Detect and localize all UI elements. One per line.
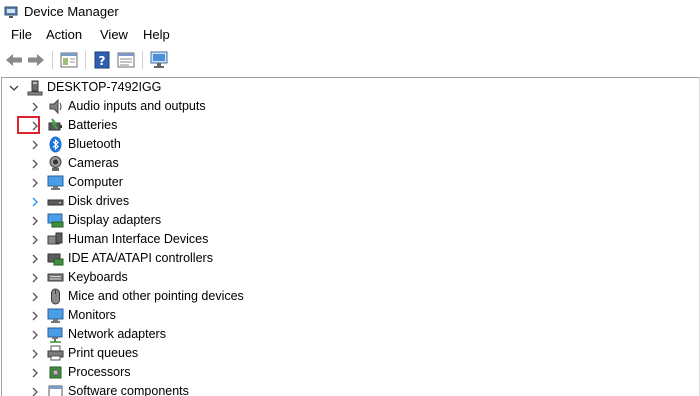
chevron-right-icon[interactable] xyxy=(29,101,41,113)
update-view-button[interactable] xyxy=(116,50,136,70)
tree-item-label: Processors xyxy=(68,365,131,379)
forward-icon xyxy=(28,54,44,66)
chevron-right-icon[interactable] xyxy=(29,139,41,151)
tree-item-label: Cameras xyxy=(68,156,119,170)
keyboard-icon xyxy=(47,273,64,282)
update-view-icon xyxy=(117,52,135,68)
toolbar-separator xyxy=(142,51,143,69)
software-component-icon xyxy=(48,385,63,396)
properties-button[interactable] xyxy=(59,50,79,70)
back-icon xyxy=(6,54,22,66)
toolbar-separator xyxy=(85,51,86,69)
monitor-icon xyxy=(47,308,64,323)
computer-icon xyxy=(47,175,64,190)
tree-item-mice[interactable]: Mice and other pointing devices xyxy=(2,287,402,306)
chevron-right-icon[interactable] xyxy=(29,196,41,208)
chevron-right-icon[interactable] xyxy=(29,291,41,303)
help-button[interactable]: ? xyxy=(92,50,112,70)
network-adapter-icon xyxy=(47,327,63,343)
camera-icon xyxy=(49,156,62,171)
disk-drive-icon xyxy=(47,199,64,206)
properties-sheet-icon xyxy=(60,52,78,68)
chevron-right-icon[interactable] xyxy=(29,310,41,322)
help-icon: ? xyxy=(94,51,110,69)
title-bar: Device Manager xyxy=(0,0,700,25)
tree-item-label: Disk drives xyxy=(68,194,130,208)
tree-item-ide[interactable]: IDE ATA/ATAPI controllers xyxy=(2,249,402,268)
battery-icon xyxy=(48,118,62,131)
menu-help[interactable]: Help xyxy=(141,27,172,42)
tree-item-label: Bluetooth xyxy=(68,137,121,151)
processor-icon xyxy=(49,366,62,379)
back-button[interactable] xyxy=(4,50,24,70)
tree-item-software-components[interactable]: Software components xyxy=(2,382,402,396)
tree-item-label: Network adapters xyxy=(68,327,166,341)
chevron-right-icon[interactable] xyxy=(29,272,41,284)
svg-text:?: ? xyxy=(99,54,106,68)
window-title: Device Manager xyxy=(24,4,119,19)
tree-item-computer[interactable]: Computer xyxy=(2,173,402,192)
chevron-right-icon[interactable] xyxy=(29,253,41,265)
highlight-box xyxy=(17,116,40,134)
chevron-down-icon[interactable] xyxy=(8,82,20,94)
printer-icon xyxy=(47,345,64,361)
chevron-right-icon[interactable] xyxy=(29,367,41,379)
tree-item-label: Audio inputs and outputs xyxy=(68,99,206,113)
tree-item-display-adapters[interactable]: Display adapters xyxy=(2,211,402,230)
chevron-right-icon[interactable] xyxy=(29,177,41,189)
chevron-right-icon[interactable] xyxy=(29,348,41,360)
computer-root-icon xyxy=(27,80,43,96)
tree-item-bluetooth[interactable]: Bluetooth xyxy=(2,135,402,154)
forward-button[interactable] xyxy=(26,50,46,70)
ide-controller-icon xyxy=(47,253,64,266)
device-manager-icon xyxy=(4,6,18,18)
menu-action[interactable]: Action xyxy=(44,27,84,42)
tree-item-label: Monitors xyxy=(68,308,116,322)
toolbar-separator xyxy=(52,51,53,69)
speaker-icon xyxy=(49,98,62,115)
menu-view[interactable]: View xyxy=(98,27,130,42)
chevron-right-icon[interactable] xyxy=(29,215,41,227)
tree-item-cameras[interactable]: Cameras xyxy=(2,154,402,173)
menu-file[interactable]: File xyxy=(9,27,34,42)
tree-item-processors[interactable]: Processors xyxy=(2,363,402,382)
tree-item-print-queues[interactable]: Print queues xyxy=(2,344,402,363)
tree-item-label: Print queues xyxy=(68,346,139,360)
tree-item-label: IDE ATA/ATAPI controllers xyxy=(68,251,213,265)
menu-bar: File Action View Help xyxy=(0,25,700,45)
tree-item-network[interactable]: Network adapters xyxy=(2,325,402,344)
scan-hardware-icon xyxy=(150,51,168,68)
tree-item-hid[interactable]: Human Interface Devices xyxy=(2,230,402,249)
hid-icon xyxy=(47,232,63,245)
tree-item-label: Batteries xyxy=(68,118,118,132)
tree-item-audio[interactable]: Audio inputs and outputs xyxy=(2,97,402,116)
chevron-right-icon[interactable] xyxy=(29,158,41,170)
chevron-right-icon[interactable] xyxy=(29,234,41,246)
tree-item-label: Mice and other pointing devices xyxy=(68,289,244,303)
tree-item-keyboards[interactable]: Keyboards xyxy=(2,268,402,287)
tree-item-label: Software components xyxy=(68,384,189,396)
tree-item-label: Display adapters xyxy=(68,213,162,227)
mouse-icon xyxy=(51,288,60,305)
bluetooth-icon xyxy=(49,136,62,153)
chevron-right-icon[interactable] xyxy=(29,329,41,341)
scan-hardware-button[interactable] xyxy=(149,50,169,70)
tree-root[interactable]: DESKTOP-7492IGG xyxy=(2,78,402,97)
tree-item-disk-drives[interactable]: Disk drives xyxy=(2,192,402,211)
computer-name: DESKTOP-7492IGG xyxy=(47,80,162,94)
toolbar: ? xyxy=(0,46,700,74)
tree-item-label: Keyboards xyxy=(68,270,128,284)
tree-item-batteries[interactable]: Batteries xyxy=(2,116,402,135)
tree-item-label: Computer xyxy=(68,175,123,189)
display-adapter-icon xyxy=(47,213,64,228)
device-tree[interactable]: DESKTOP-7492IGG Audio inputs and outputs… xyxy=(1,77,700,396)
tree-item-monitors[interactable]: Monitors xyxy=(2,306,402,325)
tree-item-label: Human Interface Devices xyxy=(68,232,209,246)
